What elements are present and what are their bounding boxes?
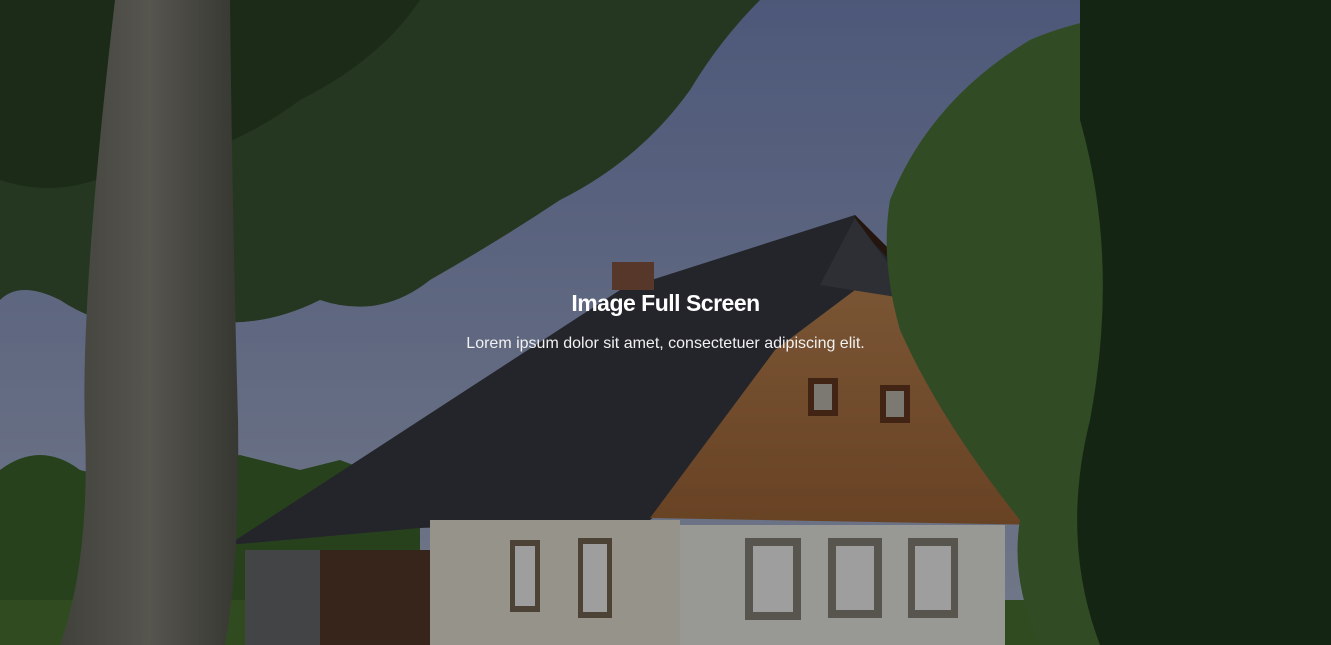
hero-section: Image Full Screen Lorem ipsum dolor sit … <box>0 0 1331 645</box>
hero-title: Image Full Screen <box>571 290 760 316</box>
hero-subtitle: Lorem ipsum dolor sit amet, consectetuer… <box>466 335 865 352</box>
hero-caption: Image Full Screen Lorem ipsum dolor sit … <box>0 290 1331 353</box>
